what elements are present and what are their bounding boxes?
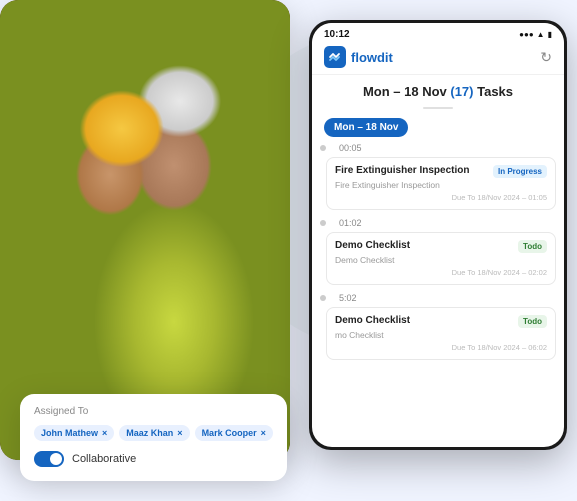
task-badge-3: Todo xyxy=(518,315,547,328)
task-badge-2: Todo xyxy=(518,240,547,253)
tag-name-maaz: Maaz Khan xyxy=(126,428,173,438)
time-group-2: 01:02 Demo Checklist Todo Demo Checklist… xyxy=(320,218,556,285)
app-name: flowdit xyxy=(351,50,393,65)
status-icons: ●●● ▲ ▮ xyxy=(519,30,552,39)
app-header: flowdit ↻ xyxy=(312,42,564,75)
task-subtitle-3: mo Checklist xyxy=(335,330,547,340)
signal-icon: ●●● xyxy=(519,30,534,39)
task-subtitle-1: Fire Extinguisher Inspection xyxy=(335,180,547,190)
task-title-1: Fire Extinguisher Inspection xyxy=(335,165,489,176)
task-card-header-3: Demo Checklist Todo xyxy=(335,315,547,328)
task-title-2: Demo Checklist xyxy=(335,240,514,251)
tag-john-mathew[interactable]: John Mathew × xyxy=(34,425,114,441)
date-header: Mon – 18 Nov (17) Tasks xyxy=(312,75,564,105)
time-dot-3 xyxy=(320,295,326,301)
battery-icon: ▮ xyxy=(548,30,552,39)
time-label-3: 5:02 xyxy=(320,293,556,303)
wifi-icon: ▲ xyxy=(537,30,545,39)
workers-image xyxy=(0,0,290,460)
date-title: Mon – 18 Nov (17) Tasks xyxy=(363,84,513,99)
divider xyxy=(423,107,453,109)
task-card-header-2: Demo Checklist Todo xyxy=(335,240,547,253)
tablet-screen: 10:12 ●●● ▲ ▮ flowdit ↻ xyxy=(312,23,564,447)
task-due-1: Due To 18/Nov 2024 – 01:05 xyxy=(335,193,547,202)
assigned-label: Assigned To xyxy=(34,406,273,417)
assigned-tags: John Mathew × Maaz Khan × Mark Cooper × xyxy=(34,425,273,441)
task-list: 00:05 Fire Extinguisher Inspection In Pr… xyxy=(312,143,564,447)
date-tab-active[interactable]: Mon – 18 Nov xyxy=(324,118,408,137)
tag-name-mark: Mark Cooper xyxy=(202,428,257,438)
time-label-1: 00:05 xyxy=(320,143,556,153)
refresh-icon[interactable]: ↻ xyxy=(540,49,552,66)
assigned-card: Assigned To John Mathew × Maaz Khan × Ma… xyxy=(20,394,287,481)
time-dot-1 xyxy=(320,145,326,151)
task-due-3: Due To 18/Nov 2024 – 06:02 xyxy=(335,343,547,352)
collaborative-label: Collaborative xyxy=(72,453,136,465)
task-subtitle-2: Demo Checklist xyxy=(335,255,547,265)
tag-mark-cooper[interactable]: Mark Cooper × xyxy=(195,425,273,441)
date-tabs: Mon – 18 Nov xyxy=(312,113,564,143)
task-card-1[interactable]: Fire Extinguisher Inspection In Progress… xyxy=(326,157,556,210)
task-due-2: Due To 18/Nov 2024 – 02:02 xyxy=(335,268,547,277)
tag-close-maaz[interactable]: × xyxy=(177,428,182,438)
workers-photo xyxy=(0,0,290,460)
task-card-2[interactable]: Demo Checklist Todo Demo Checklist Due T… xyxy=(326,232,556,285)
app-logo-icon xyxy=(324,46,346,68)
task-card-3[interactable]: Demo Checklist Todo mo Checklist Due To … xyxy=(326,307,556,360)
status-time: 10:12 xyxy=(324,29,350,40)
tablet-device: 10:12 ●●● ▲ ▮ flowdit ↻ xyxy=(309,20,567,450)
tag-maaz-khan[interactable]: Maaz Khan × xyxy=(119,425,189,441)
task-badge-1: In Progress xyxy=(493,165,547,178)
collaborative-toggle[interactable] xyxy=(34,451,64,467)
status-bar: 10:12 ●●● ▲ ▮ xyxy=(312,23,564,42)
time-group-3: 5:02 Demo Checklist Todo mo Checklist Du… xyxy=(320,293,556,360)
task-title-3: Demo Checklist xyxy=(335,315,514,326)
collaborative-row: Collaborative xyxy=(34,451,273,467)
time-label-2: 01:02 xyxy=(320,218,556,228)
tag-close-john[interactable]: × xyxy=(102,428,107,438)
time-group-1: 00:05 Fire Extinguisher Inspection In Pr… xyxy=(320,143,556,210)
toggle-knob xyxy=(50,453,62,465)
tag-name-john: John Mathew xyxy=(41,428,98,438)
tag-close-mark[interactable]: × xyxy=(261,428,266,438)
task-card-header-1: Fire Extinguisher Inspection In Progress xyxy=(335,165,547,178)
time-dot-2 xyxy=(320,220,326,226)
app-logo-area: flowdit xyxy=(324,46,393,68)
